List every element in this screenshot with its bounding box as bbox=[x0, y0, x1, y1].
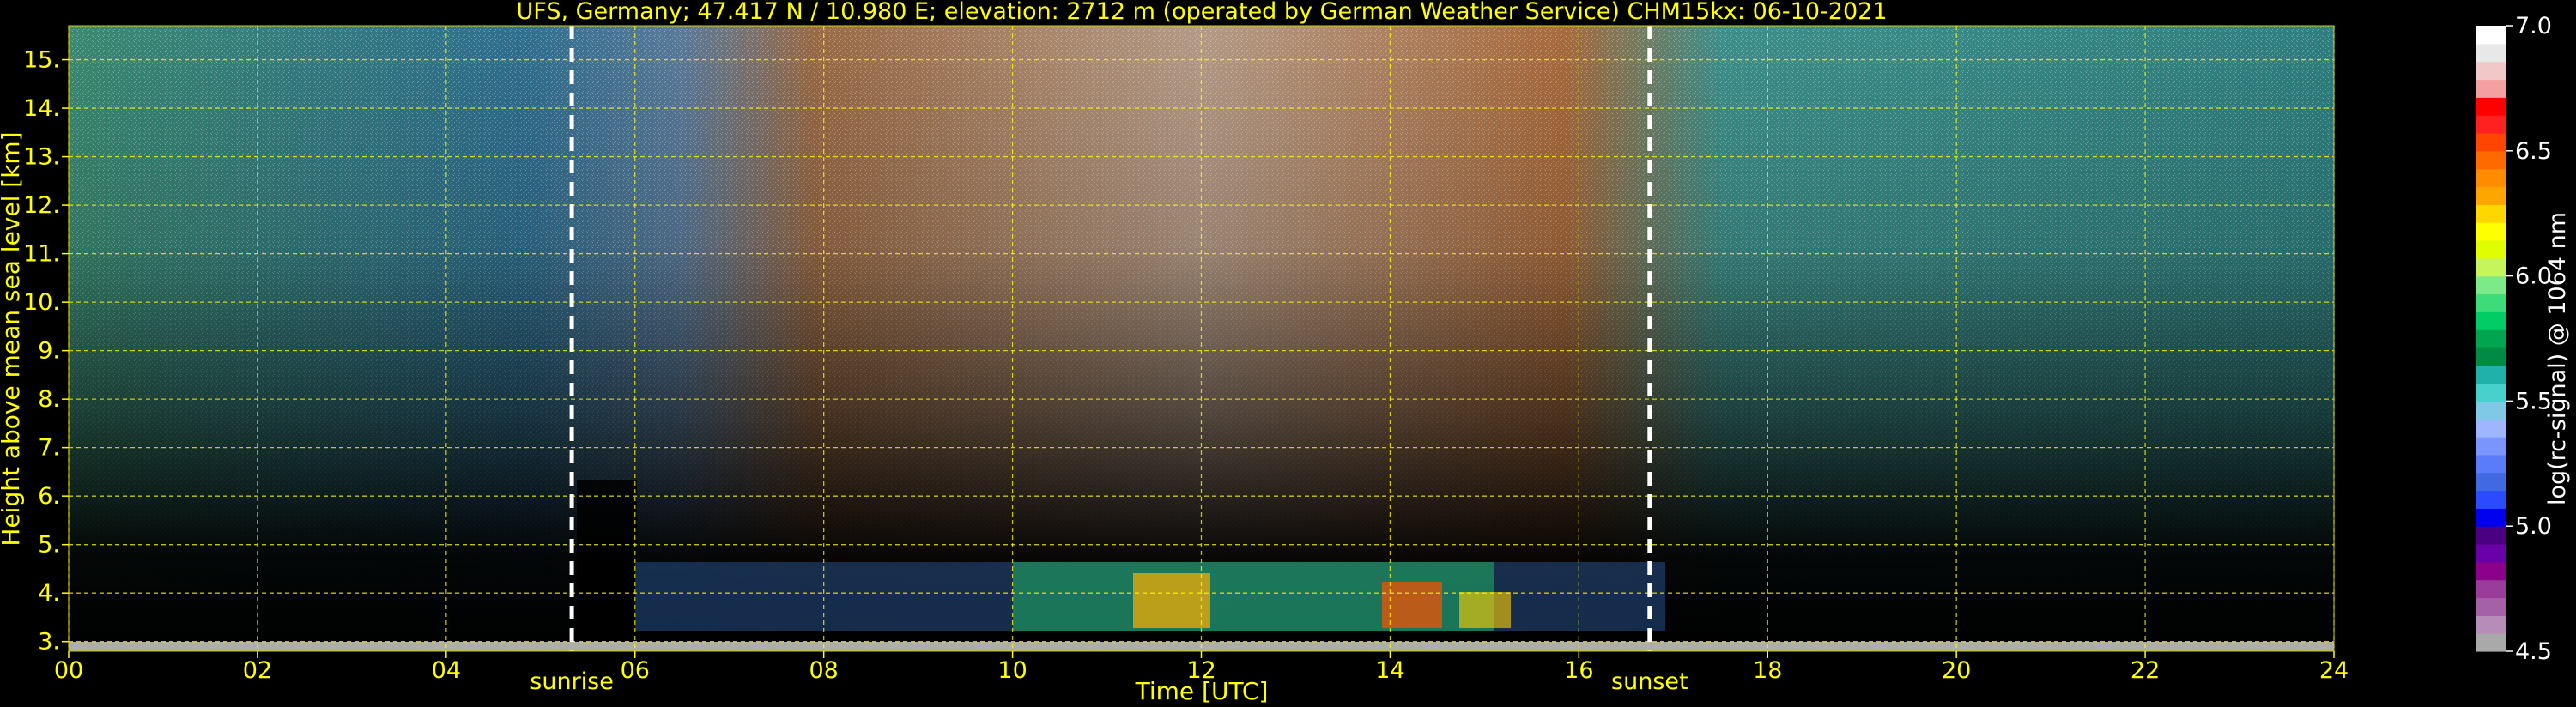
colorbar-cell bbox=[2476, 544, 2506, 563]
x-tick-label: 00 bbox=[54, 657, 83, 684]
sunset-label: sunset bbox=[1611, 668, 1688, 695]
y-tick-label: 13. bbox=[23, 144, 60, 171]
annotations: sunrise sunset bbox=[530, 668, 1688, 695]
colorbar-cell bbox=[2476, 490, 2506, 509]
colorbar-cell bbox=[2476, 365, 2506, 384]
night-mask-left bbox=[577, 480, 637, 652]
colorbar-cell bbox=[2476, 419, 2506, 438]
y-tick-label: 7. bbox=[38, 435, 60, 462]
colorbar-cell bbox=[2476, 26, 2506, 45]
colorbar-cell bbox=[2476, 579, 2506, 599]
colorbar-cell bbox=[2476, 239, 2506, 259]
x-tick-label: 16 bbox=[1564, 657, 1593, 684]
x-tick-label: 24 bbox=[2319, 657, 2349, 684]
colorbar-cell bbox=[2476, 79, 2506, 98]
colorbar-cell bbox=[2476, 97, 2506, 116]
colorbar-tick-label: 5.0 bbox=[2515, 513, 2552, 540]
colorbar-label: log(rc-signal) @ 1064 nm bbox=[2544, 212, 2571, 505]
y-tick-label: 5. bbox=[38, 532, 60, 559]
y-tick-label: 6. bbox=[38, 483, 60, 510]
colorbar-cell bbox=[2476, 383, 2506, 402]
x-tick-label: 08 bbox=[809, 657, 838, 684]
colorbar-cells bbox=[2476, 26, 2506, 652]
colorbar-cell bbox=[2476, 633, 2506, 652]
colorbar-cell bbox=[2476, 454, 2506, 474]
boundary-layer-peak-1 bbox=[1133, 573, 1210, 628]
colorbar-cell bbox=[2476, 508, 2506, 527]
boundary-layer-peak-2 bbox=[1382, 582, 1442, 628]
x-tick-label: 20 bbox=[1942, 657, 1971, 684]
colorbar-cell bbox=[2476, 115, 2506, 134]
boundary-layer-peak-3 bbox=[1459, 592, 1511, 628]
colorbar-cell bbox=[2476, 275, 2506, 295]
x-tick-label: 22 bbox=[2131, 657, 2160, 684]
y-tick-label: 11. bbox=[23, 241, 60, 268]
y-tick-label: 9. bbox=[38, 338, 60, 365]
y-tick-label: 4. bbox=[38, 580, 60, 607]
x-tick-label: 06 bbox=[621, 657, 650, 684]
plot-area bbox=[68, 25, 2335, 652]
colorbar-tick-label: 6.5 bbox=[2515, 138, 2552, 165]
colorbar-cell bbox=[2476, 597, 2506, 616]
colorbar-cell bbox=[2476, 257, 2506, 277]
colorbar-tick-label: 7.0 bbox=[2515, 13, 2552, 39]
y-ticks: 3. 4. 5. 6. 7. 8. 9. 10. 11. 12. 13. 14. 15. bbox=[23, 47, 69, 656]
colorbar-tick-label: 4.5 bbox=[2515, 638, 2552, 665]
colorbar-cell bbox=[2476, 526, 2506, 545]
y-axis-label: Height above mean sea level [km] bbox=[0, 131, 25, 546]
colorbar-cell bbox=[2476, 168, 2506, 188]
colorbar-cell bbox=[2476, 472, 2506, 492]
colorbar-cell bbox=[2476, 222, 2506, 241]
x-tick-label: 12 bbox=[1186, 657, 1215, 684]
x-ticks: 00 02 04 06 08 10 12 14 16 18 20 22 24 bbox=[54, 651, 2349, 684]
y-tick-label: 3. bbox=[38, 629, 60, 656]
colorbar-cell bbox=[2476, 347, 2506, 366]
y-tick-label: 12. bbox=[23, 192, 60, 219]
x-tick-label: 14 bbox=[1375, 657, 1404, 684]
colorbar-cell bbox=[2476, 561, 2506, 581]
colorbar-cell bbox=[2476, 311, 2506, 330]
colorbar-cell bbox=[2476, 615, 2506, 634]
colorbar: 4.55.05.56.06.57.0 log(rc-signal) @ 1064… bbox=[2476, 13, 2571, 665]
colorbar-cell bbox=[2476, 437, 2506, 456]
colorbar-cell bbox=[2476, 204, 2506, 223]
x-tick-label: 18 bbox=[1753, 657, 1782, 684]
colorbar-cell bbox=[2476, 401, 2506, 420]
y-tick-label: 14. bbox=[23, 95, 60, 122]
colorbar-cell bbox=[2476, 43, 2506, 63]
colorbar-cell bbox=[2476, 132, 2506, 152]
ceilometer-chart: UFS, Germany; 47.417 N / 10.980 E; eleva… bbox=[0, 0, 2571, 705]
x-tick-label: 04 bbox=[432, 657, 461, 684]
colorbar-cell bbox=[2476, 329, 2506, 348]
y-tick-label: 10. bbox=[23, 289, 60, 316]
sunrise-label: sunrise bbox=[530, 668, 614, 695]
colorbar-cell bbox=[2476, 293, 2506, 312]
chart-title: UFS, Germany; 47.417 N / 10.980 E; eleva… bbox=[517, 0, 1888, 25]
x-tick-label: 10 bbox=[997, 657, 1027, 684]
colorbar-cell bbox=[2476, 61, 2506, 81]
colorbar-cell bbox=[2476, 186, 2506, 205]
x-tick-label: 02 bbox=[243, 657, 272, 684]
y-tick-label: 8. bbox=[38, 386, 60, 413]
y-tick-label: 15. bbox=[23, 47, 60, 74]
colorbar-cell bbox=[2476, 150, 2506, 170]
